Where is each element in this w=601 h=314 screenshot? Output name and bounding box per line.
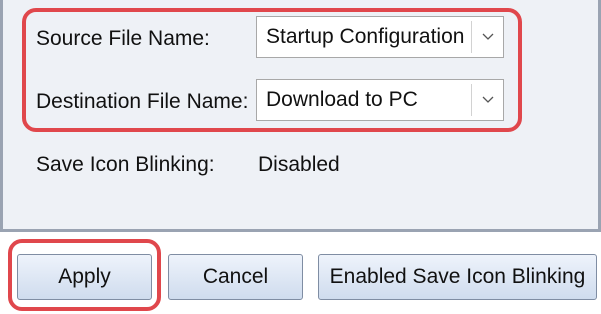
apply-highlight-box: [8, 239, 161, 311]
save-icon-blinking-label: Save Icon Blinking:: [36, 153, 215, 176]
cancel-button[interactable]: Cancel: [168, 254, 303, 300]
enable-save-icon-blinking-button[interactable]: Enabled Save Icon Blinking: [318, 254, 597, 300]
save-icon-blinking-status: Disabled: [258, 153, 340, 176]
form-highlight-box: [22, 8, 522, 132]
